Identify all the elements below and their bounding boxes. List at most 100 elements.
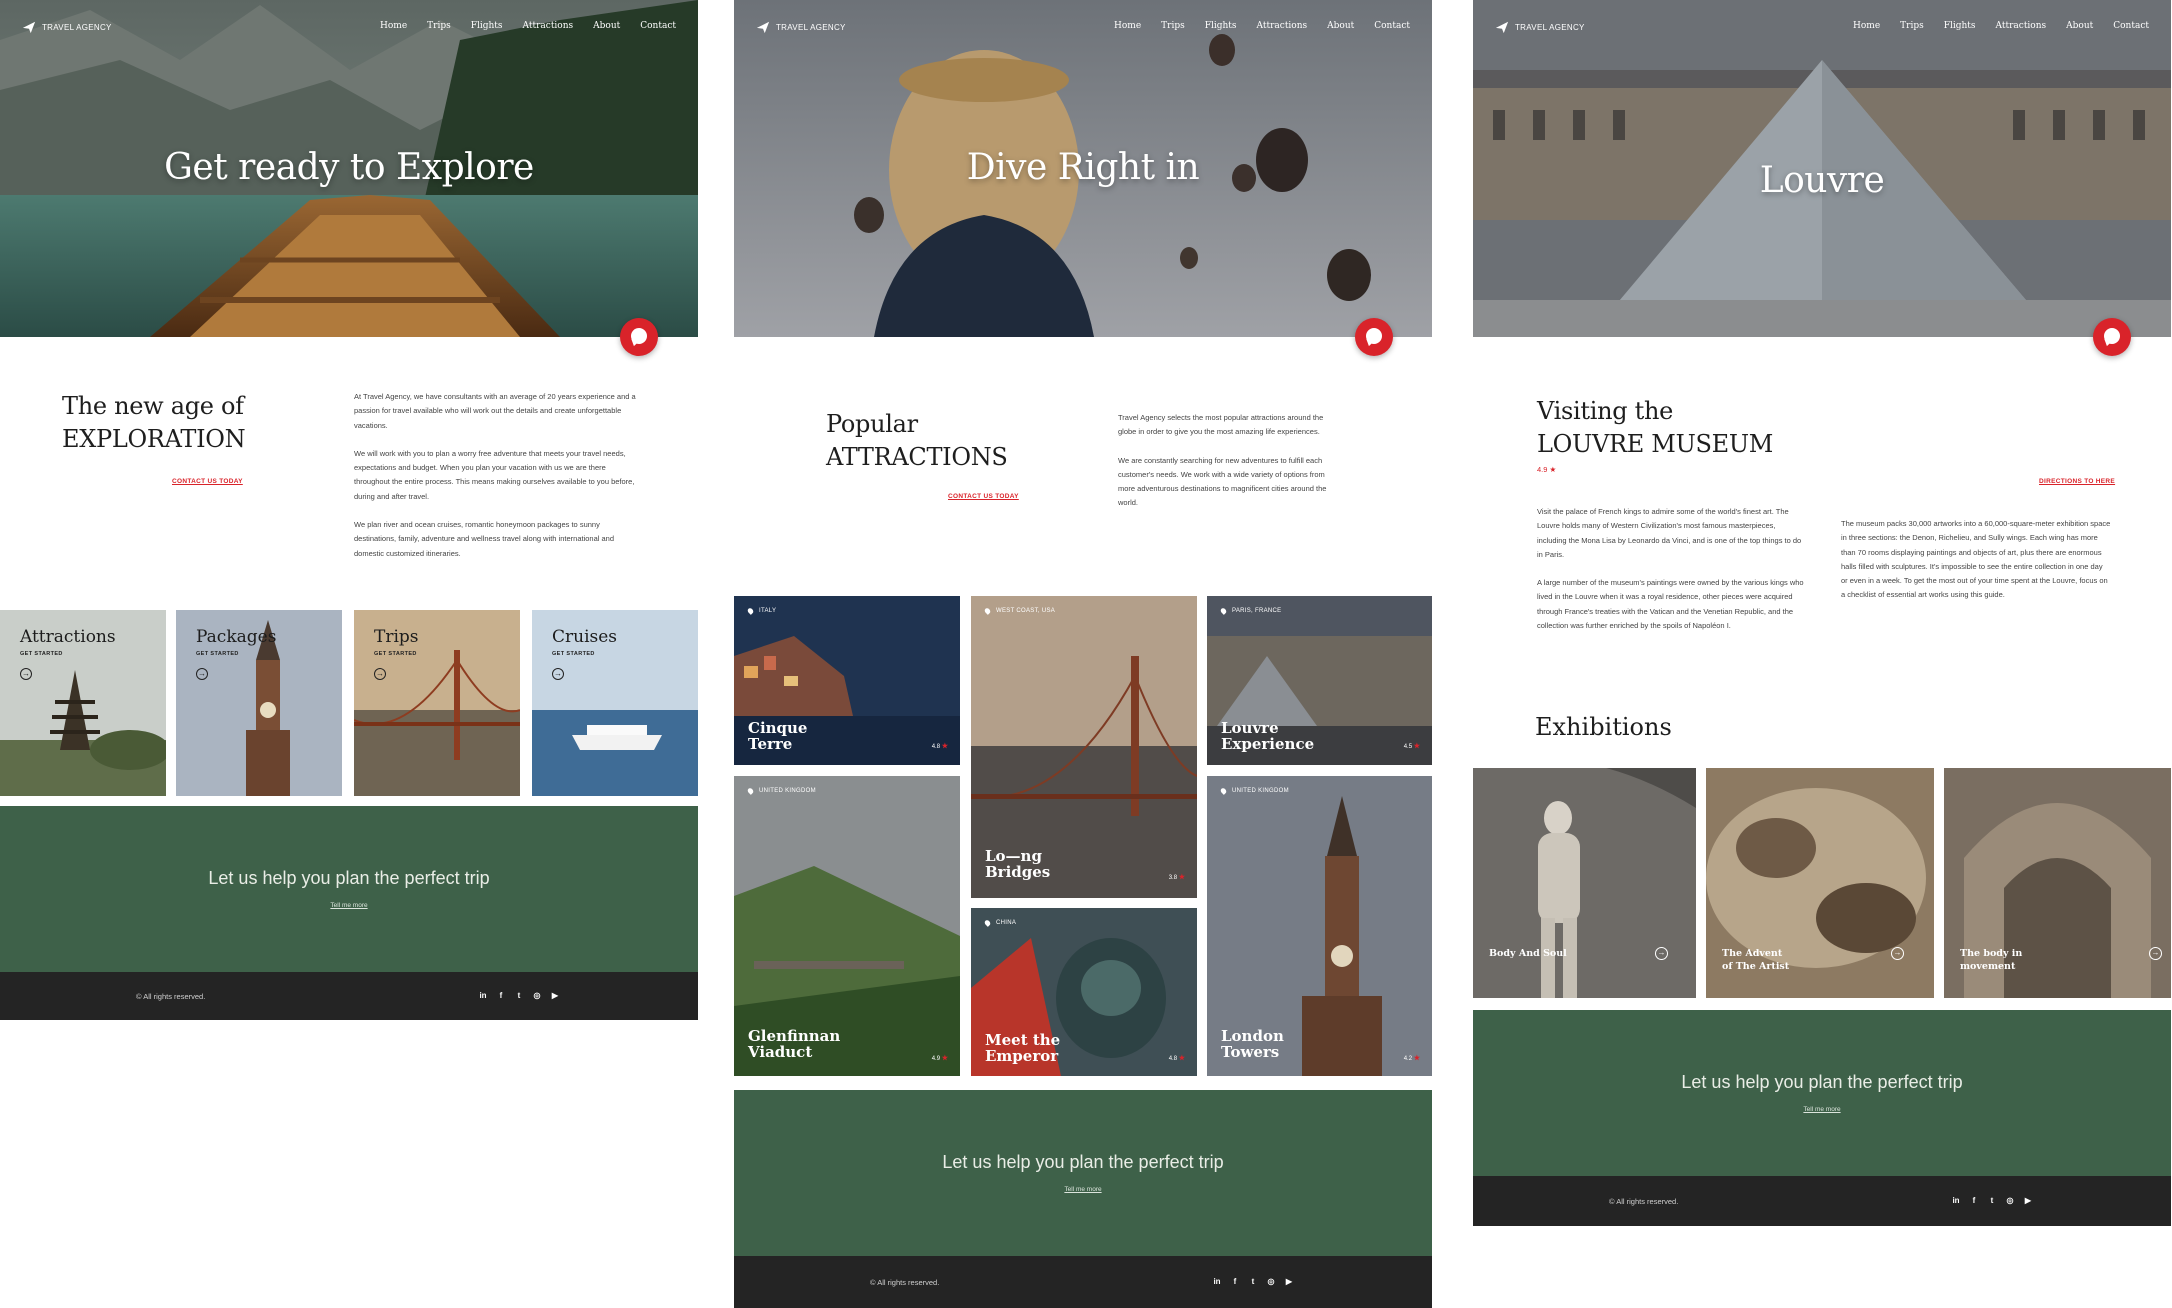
exhibition-card[interactable]: Body And Soul → bbox=[1473, 768, 1696, 998]
arrow-circle-right-icon[interactable]: → bbox=[196, 668, 208, 680]
twitter-icon[interactable]: t bbox=[1248, 1277, 1258, 1287]
linkedin-icon[interactable]: in bbox=[1212, 1277, 1222, 1287]
star-icon: ★ bbox=[941, 1055, 948, 1062]
instagram-icon[interactable]: ◎ bbox=[532, 991, 542, 1001]
nav-attractions[interactable]: Attractions bbox=[523, 21, 574, 31]
name-line2: Experience bbox=[1221, 735, 1315, 753]
attraction-card[interactable]: UNITED KINGDOM Glenfinnan Viaduct 4.9 ★ bbox=[734, 776, 960, 1076]
attraction-card[interactable]: WEST COAST, USA Lo—ng Bridges 3.8 ★ bbox=[971, 596, 1197, 898]
twitter-icon[interactable]: t bbox=[514, 991, 524, 1001]
exhibition-card[interactable]: The Advent of The Artist → bbox=[1706, 768, 1934, 998]
brand-logo[interactable]: TRAVEL AGENCY bbox=[22, 20, 112, 34]
attraction-card[interactable]: UNITED KINGDOM London Towers 4.2 ★ bbox=[1207, 776, 1432, 1076]
facebook-icon[interactable]: f bbox=[1969, 1196, 1979, 1206]
location-pin-icon bbox=[983, 919, 992, 927]
brand-logo[interactable]: TRAVEL AGENCY bbox=[756, 20, 846, 34]
brand-name: TRAVEL AGENCY bbox=[42, 22, 112, 32]
copyright: © All rights reserved. bbox=[870, 1278, 940, 1287]
copyright: © All rights reserved. bbox=[136, 992, 206, 1001]
nav-flights[interactable]: Flights bbox=[1205, 21, 1237, 31]
louvre-page-mockup: TRAVEL AGENCY Home Trips Flights Attract… bbox=[1473, 0, 2171, 1308]
linkedin-icon[interactable]: in bbox=[1951, 1196, 1961, 1206]
chat-bubble-icon[interactable] bbox=[620, 318, 658, 356]
arrow-circle-right-icon[interactable]: → bbox=[1655, 947, 1668, 960]
tell-me-more-link[interactable]: Tell me more bbox=[1473, 1106, 2171, 1113]
location-label: ITALY bbox=[746, 607, 776, 615]
nav-contact[interactable]: Contact bbox=[1374, 21, 1410, 31]
attraction-card[interactable]: ITALY Cinque Terre 4.8 ★ bbox=[734, 596, 960, 765]
footer: © All rights reserved. in f t ◎ ▶ bbox=[1473, 1176, 2171, 1226]
star-icon: ★ bbox=[941, 743, 948, 750]
arrow-circle-right-icon[interactable]: → bbox=[2149, 947, 2162, 960]
arrow-circle-right-icon[interactable]: → bbox=[552, 668, 564, 680]
brand-logo[interactable]: TRAVEL AGENCY bbox=[1495, 20, 1585, 34]
facebook-icon[interactable]: f bbox=[496, 991, 506, 1001]
nav-about[interactable]: About bbox=[593, 21, 620, 31]
nav-home[interactable]: Home bbox=[1114, 21, 1141, 31]
location-label: UNITED KINGDOM bbox=[746, 787, 816, 795]
nav-trips[interactable]: Trips bbox=[1900, 21, 1924, 31]
name-line2: Towers bbox=[1221, 1043, 1280, 1061]
exhibition-card[interactable]: The body in movement → bbox=[1944, 768, 2171, 998]
nav-home[interactable]: Home bbox=[380, 21, 407, 31]
chat-bubble-icon[interactable] bbox=[2093, 318, 2131, 356]
arrow-circle-right-icon[interactable]: → bbox=[1891, 947, 1904, 960]
nav-flights[interactable]: Flights bbox=[1944, 21, 1976, 31]
intro-paragraph-1: At Travel Agency, we have consultants wi… bbox=[354, 392, 636, 430]
arrow-circle-right-icon[interactable]: → bbox=[374, 668, 386, 680]
facebook-icon[interactable]: f bbox=[1230, 1277, 1240, 1287]
star-icon: ★ bbox=[1178, 1055, 1185, 1062]
name-line2: Emperor bbox=[985, 1047, 1059, 1065]
nav-home[interactable]: Home bbox=[1853, 21, 1880, 31]
nav-trips[interactable]: Trips bbox=[1161, 21, 1185, 31]
category-tile-packages[interactable]: Packages GET STARTED → bbox=[176, 610, 342, 796]
directions-link[interactable]: DIRECTIONS TO HERE bbox=[2039, 478, 2115, 485]
get-started-label: GET STARTED bbox=[552, 651, 595, 657]
rating: 4.8 ★ bbox=[932, 742, 948, 750]
arrow-circle-right-icon[interactable]: → bbox=[20, 668, 32, 680]
twitter-icon[interactable]: t bbox=[1987, 1196, 1997, 1206]
nav-about[interactable]: About bbox=[2066, 21, 2093, 31]
attraction-name: Lo—ng Bridges bbox=[985, 848, 1050, 880]
intro-body: At Travel Agency, we have consultants wi… bbox=[354, 390, 638, 575]
tell-me-more-link[interactable]: Tell me more bbox=[734, 1186, 1432, 1193]
instagram-icon[interactable]: ◎ bbox=[2005, 1196, 2015, 1206]
hero-title: Dive Right in bbox=[966, 147, 1200, 188]
instagram-icon[interactable]: ◎ bbox=[1266, 1277, 1276, 1287]
plane-icon bbox=[1495, 21, 1509, 34]
nav-contact[interactable]: Contact bbox=[640, 21, 676, 31]
chat-bubble-icon[interactable] bbox=[1355, 318, 1393, 356]
tell-me-more-link[interactable]: Tell me more bbox=[0, 902, 698, 909]
name-line1: Louvre bbox=[1221, 719, 1279, 737]
nav-trips[interactable]: Trips bbox=[427, 21, 451, 31]
nav-about[interactable]: About bbox=[1327, 21, 1354, 31]
rating-value: 4.8 bbox=[1168, 1056, 1178, 1062]
category-tile-trips[interactable]: Trips GET STARTED → bbox=[354, 610, 520, 796]
attraction-card[interactable]: PARIS, FRANCE Louvre Experience 4.5 ★ bbox=[1207, 596, 1432, 765]
name-line2: Terre bbox=[748, 735, 793, 753]
nav-attractions[interactable]: Attractions bbox=[1996, 21, 2047, 31]
rating-value: 4.8 bbox=[931, 744, 941, 750]
category-tile-cruises[interactable]: Cruises GET STARTED → bbox=[532, 610, 698, 796]
youtube-icon[interactable]: ▶ bbox=[2023, 1196, 2033, 1206]
youtube-icon[interactable]: ▶ bbox=[550, 991, 560, 1001]
name-line1: The body in bbox=[1960, 948, 2023, 959]
contact-us-link[interactable]: CONTACT US TODAY bbox=[172, 478, 243, 485]
intro-heading-line2: EXPLORATION bbox=[62, 425, 246, 453]
category-tile-attractions[interactable]: Attractions GET STARTED → bbox=[0, 610, 166, 796]
location-pin-icon bbox=[1219, 787, 1228, 795]
linkedin-icon[interactable]: in bbox=[478, 991, 488, 1001]
nav-flights[interactable]: Flights bbox=[471, 21, 503, 31]
contact-us-link[interactable]: CONTACT US TODAY bbox=[948, 493, 1019, 500]
intro-heading: Popular ATTRACTIONS bbox=[826, 408, 1008, 474]
intro-heading-line1: Popular bbox=[826, 410, 918, 438]
top-nav: TRAVEL AGENCY Home Trips Flights Attract… bbox=[1473, 0, 2171, 56]
attraction-card[interactable]: CHINA Meet the Emperor 4.8 ★ bbox=[971, 908, 1197, 1076]
name-line1: The Advent bbox=[1722, 948, 1783, 959]
rating-value: 4.2 bbox=[1403, 1056, 1413, 1062]
attraction-name: Meet the Emperor bbox=[985, 1032, 1060, 1064]
nav-attractions[interactable]: Attractions bbox=[1257, 21, 1308, 31]
nav-contact[interactable]: Contact bbox=[2113, 21, 2149, 31]
name-line1: Cinque bbox=[748, 719, 808, 737]
youtube-icon[interactable]: ▶ bbox=[1284, 1277, 1294, 1287]
